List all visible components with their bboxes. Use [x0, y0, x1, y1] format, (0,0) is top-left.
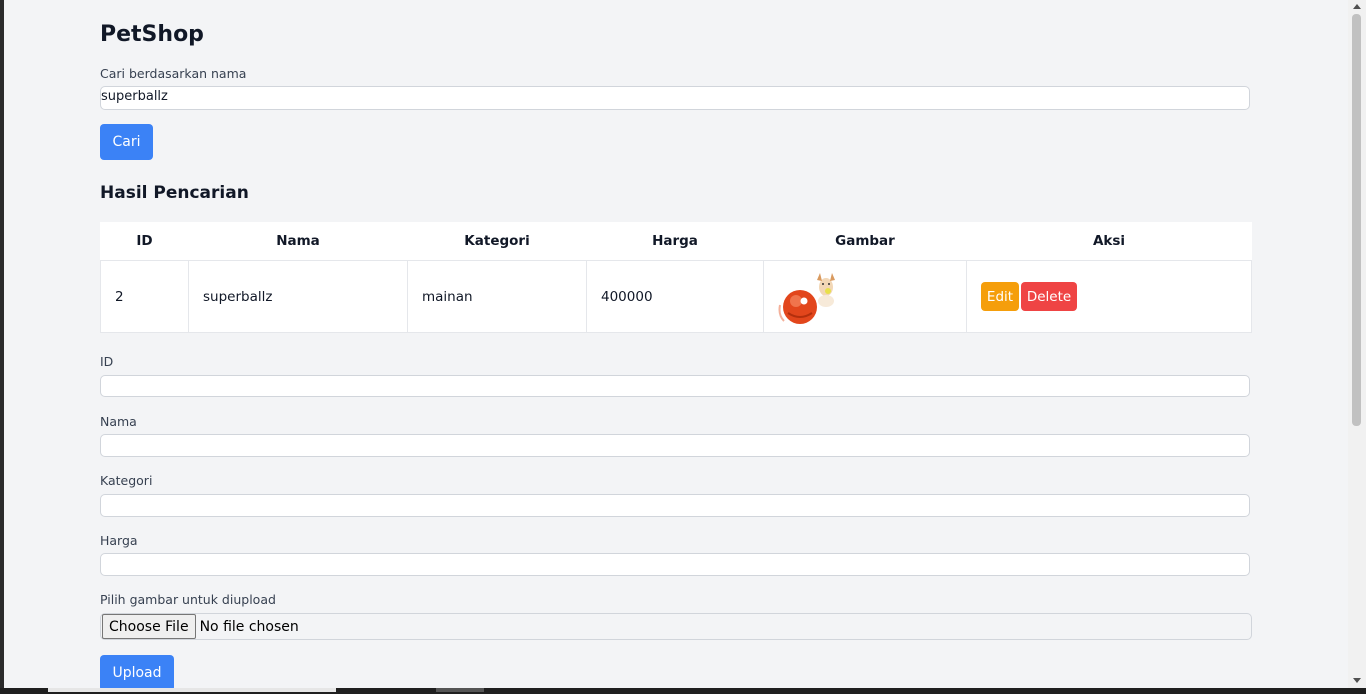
column-header-kategori: Kategori — [407, 222, 587, 261]
scroll-down-arrow-icon[interactable] — [1353, 678, 1361, 683]
cell-harga: 400000 — [586, 260, 764, 333]
column-header-harga: Harga — [586, 222, 764, 261]
scroll-thumb[interactable] — [1352, 14, 1361, 426]
search-button[interactable]: Cari — [100, 124, 153, 160]
bottom-bar-segment-dark — [436, 688, 484, 692]
table-header-row: ID Nama Kategori Harga Gambar Aksi — [100, 222, 1252, 261]
search-input-value: superballz — [101, 89, 168, 104]
cell-nama: superballz — [188, 260, 408, 333]
column-header-aksi: Aksi — [966, 222, 1252, 261]
choose-file-button[interactable]: Choose File — [102, 614, 196, 639]
scroll-up-arrow-icon[interactable] — [1353, 4, 1361, 9]
id-label: ID — [100, 354, 114, 369]
file-input[interactable]: Choose File No file chosen — [100, 613, 1252, 640]
file-status: No file chosen — [199, 618, 299, 635]
harga-field[interactable] — [100, 553, 1250, 576]
edit-button[interactable]: Edit — [981, 282, 1019, 311]
harga-label: Harga — [100, 533, 138, 548]
column-header-id: ID — [100, 222, 189, 261]
bottom-bar-segment — [48, 688, 336, 692]
page-title: PetShop — [100, 22, 204, 47]
cell-aksi: Edit Delete — [966, 260, 1252, 333]
cell-gambar — [763, 260, 967, 333]
results-table: ID Nama Kategori Harga Gambar Aksi 2 sup… — [100, 222, 1252, 333]
kategori-label: Kategori — [100, 473, 153, 488]
page: PetShop Cari berdasarkan nama superballz… — [4, 0, 1348, 688]
results-heading: Hasil Pencarian — [100, 183, 249, 203]
search-label: Cari berdasarkan nama — [100, 66, 247, 81]
search-input[interactable]: superballz — [100, 86, 1250, 110]
column-header-nama: Nama — [188, 222, 408, 261]
nama-field[interactable] — [100, 434, 1250, 457]
ball-toy-dog-image — [778, 266, 842, 327]
kategori-field[interactable] — [100, 494, 1250, 517]
file-label: Pilih gambar untuk diupload — [100, 592, 276, 607]
cell-id: 2 — [100, 260, 189, 333]
delete-button[interactable]: Delete — [1021, 282, 1077, 311]
table-row: 2 superballz mainan 400000 Edit Delete — [100, 260, 1252, 333]
cell-kategori: mainan — [407, 260, 587, 333]
id-field[interactable] — [100, 375, 1250, 397]
nama-label: Nama — [100, 414, 137, 429]
upload-button[interactable]: Upload — [100, 655, 174, 688]
vertical-scrollbar[interactable] — [1348, 0, 1366, 688]
column-header-gambar: Gambar — [763, 222, 967, 261]
